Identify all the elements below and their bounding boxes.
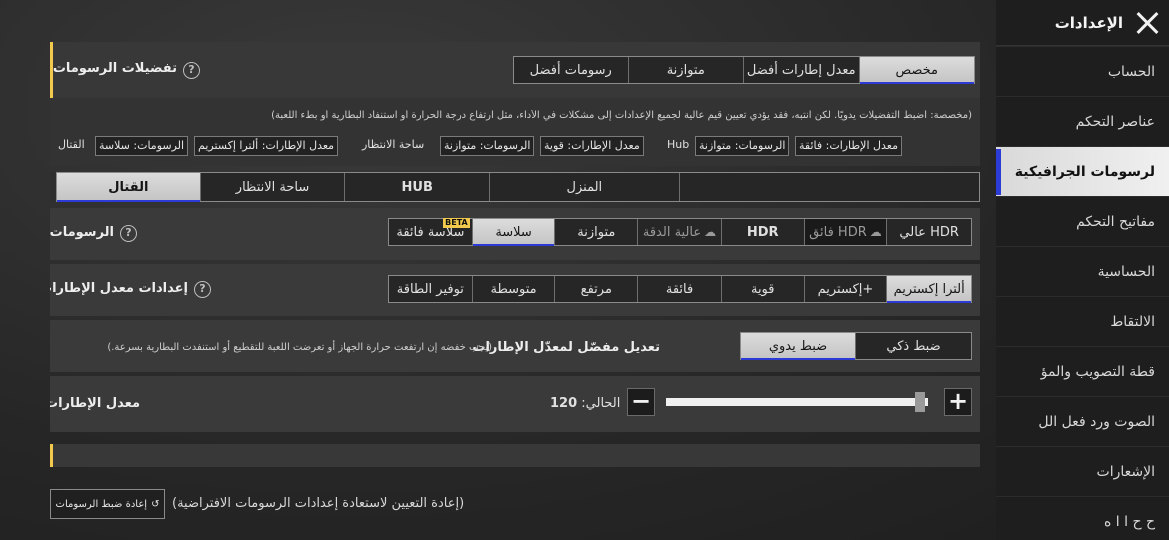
- combat-fps-chip: معدل الإطارات: ألترا إكستريم: [194, 136, 339, 156]
- sidebar-item-controls[interactable]: عناصر التحكم: [996, 96, 1169, 146]
- settings-sidebar: الإعدادات الحساب عناصر التحكم لرسومات ال…: [996, 0, 1169, 540]
- sidebar-item-label: الالتقاط: [1110, 313, 1155, 330]
- graphics-preferences-selector: رسومات أفضل متوازنة معدل إطارات أفضل مخص…: [513, 56, 975, 84]
- sidebar-item-label: مفاتيح التحكم: [1076, 213, 1155, 230]
- cloud-download-icon: ☁: [704, 225, 717, 239]
- help-icon[interactable]: ?: [120, 225, 137, 242]
- sidebar-item-label: الحساب: [1107, 63, 1155, 80]
- fps-option-ultra-extreme[interactable]: ألترا إكستريم: [887, 276, 972, 303]
- sidebar-item-label: الإشعارات: [1096, 463, 1155, 480]
- help-icon[interactable]: ?: [183, 62, 200, 79]
- fps-current-readout: الحالي: 120: [550, 396, 620, 411]
- sidebar-item-notifications[interactable]: الإشعارات: [996, 446, 1169, 496]
- graphics-option-hdr-high[interactable]: عالي HDR: [887, 219, 971, 245]
- graphics-option-extreme-smooth[interactable]: سلاسة فائقة BETA: [389, 218, 473, 245]
- mode-tab-group: القتال ساحة الانتظار HUB المنزل: [56, 172, 980, 202]
- fps-settings-row: ? إعدادات معدل الإطارات توفير الطاقة متو…: [50, 264, 980, 316]
- tab-hub[interactable]: HUB: [345, 173, 491, 201]
- sidebar-item-graphics[interactable]: لرسومات الجرافيكية: [996, 146, 1169, 196]
- preferences-description: (مخصصة: اضبط التفضيلات يدويًا. لكن انتبه…: [271, 110, 972, 121]
- sidebar-item-label: عناصر التحكم: [1075, 113, 1155, 130]
- combat-graphics-chip: الرسومات: سلاسة: [95, 136, 189, 156]
- sidebar-item-label: ح ح ا ا ه: [1104, 513, 1155, 530]
- reset-description: (إعادة التعيين لاستعادة إعدادات الرسومات…: [172, 496, 465, 511]
- adaptive-fps-selector: ضبط يدوي ضبط ذكي: [740, 332, 972, 360]
- sidebar-item-more[interactable]: ح ح ا ا ه: [996, 496, 1169, 540]
- fps-current-label: الحالي:: [581, 396, 621, 411]
- lobby-fps-chip: معدل الإطارات: قوية: [540, 136, 644, 156]
- graphics-preferences-title: تفضيلات الرسومات: [52, 61, 177, 76]
- graphics-settings-panel: ? تفضيلات الرسومات رسومات أفضل متوازنة م…: [50, 42, 980, 467]
- graphics-option-ultra-hdr[interactable]: فائق HDR ☁: [804, 219, 888, 245]
- graphics-quality-label: الرسومات: [50, 225, 114, 240]
- adaptive-fps-row: تعديل مفصّل لمعدّل الإطارات (يجب خفضه إن…: [50, 320, 980, 372]
- fps-settings-label: إعدادات معدل الإطارات: [50, 281, 188, 296]
- sidebar-item-sensitivity[interactable]: الحساسية: [996, 246, 1169, 296]
- graphics-quality-selector: سلاسة فائقة BETA سلاسة متوازنة عالية الدق…: [388, 218, 972, 246]
- reset-graphics-label: إعادة ضبط الرسومات: [55, 498, 148, 510]
- hub-label: Hub: [667, 138, 690, 151]
- fps-option-medium[interactable]: متوسطة: [473, 276, 556, 302]
- sidebar-item-label: لرسومات الجرافيكية: [1014, 163, 1155, 180]
- fps-decrease-button[interactable]: −: [627, 388, 655, 416]
- fps-option-high[interactable]: مرتفع: [555, 276, 639, 302]
- page-title: الإعدادات: [1054, 13, 1123, 32]
- lobby-label: ساحة الانتظار: [362, 138, 425, 151]
- fps-label: معدل الإطارات: [50, 396, 140, 411]
- hub-fps-chip: معدل الإطارات: فائقة: [795, 136, 902, 156]
- sidebar-item-account[interactable]: الحساب: [996, 46, 1169, 96]
- graphics-option-hdr[interactable]: HDR: [722, 219, 805, 245]
- tab-combat[interactable]: القتال: [57, 173, 201, 202]
- tab-lobby[interactable]: ساحة الانتظار: [201, 173, 346, 201]
- graphics-option-smooth[interactable]: سلاسة: [472, 219, 556, 246]
- reset-graphics-button[interactable]: ↺ إعادة ضبط الرسومات: [50, 489, 165, 519]
- fps-option-extreme-plus[interactable]: إكستريم+: [805, 276, 888, 302]
- adaptive-fps-note: (يجب خفضه إن ارتفعت حرارة الجهاز أو تعرض…: [107, 342, 492, 353]
- fps-option-ultra[interactable]: فائقة: [638, 276, 722, 302]
- fps-option-strong[interactable]: قوية: [722, 276, 805, 302]
- fps-current-value: 120: [550, 396, 578, 411]
- mode-tabs: القتال ساحة الانتظار HUB المنزل: [50, 172, 980, 202]
- fps-increase-button[interactable]: +: [944, 388, 972, 416]
- combat-label: القتال: [58, 138, 85, 151]
- sidebar-item-crosshair[interactable]: قطة التصويب والمؤ: [996, 346, 1169, 396]
- pref-option-balanced[interactable]: متوازنة: [629, 57, 744, 83]
- sidebar-item-label: قطة التصويب والمؤ: [1040, 363, 1155, 380]
- pref-option-custom[interactable]: مخصص: [859, 57, 974, 84]
- cloud-download-icon: ☁: [869, 225, 882, 239]
- fps-slider-track[interactable]: [666, 398, 928, 406]
- reset-icon: ↺: [151, 498, 160, 510]
- graphics-preferences-row: ? تفضيلات الرسومات رسومات أفضل متوازنة م…: [50, 42, 980, 98]
- help-icon[interactable]: ?: [194, 281, 211, 298]
- option-label: عالية الدقة: [642, 224, 702, 240]
- next-section-row: [50, 444, 980, 467]
- manual-adjust-option[interactable]: ضبط يدوي: [741, 333, 856, 360]
- smart-adjust-option[interactable]: ضبط ذكي: [856, 333, 971, 359]
- fps-slider-thumb[interactable]: [915, 392, 926, 412]
- beta-badge: BETA: [443, 218, 470, 228]
- fps-settings-selector: توفير الطاقة متوسطة مرتفع فائقة قوية إكس…: [388, 275, 972, 303]
- tab-home[interactable]: المنزل: [490, 173, 680, 201]
- sidebar-item-pickup[interactable]: الالتقاط: [996, 296, 1169, 346]
- pref-option-better-fps[interactable]: معدل إطارات أفضل: [744, 57, 860, 83]
- lobby-graphics-chip: الرسومات: متوازنة: [440, 136, 535, 156]
- fps-slider-fill: [666, 398, 921, 406]
- fps-option-power-saving[interactable]: توفير الطاقة: [389, 276, 473, 302]
- sidebar-item-label: الحساسية: [1097, 263, 1155, 280]
- sidebar-header: الإعدادات: [996, 0, 1169, 46]
- pref-option-better-graphics[interactable]: رسومات أفضل: [514, 57, 629, 83]
- tab-empty: [680, 173, 979, 201]
- close-icon[interactable]: [1135, 11, 1159, 35]
- option-label: فائق HDR: [809, 224, 867, 240]
- graphics-option-hd[interactable]: عالية الدقة ☁: [638, 219, 722, 245]
- graphics-quality-row: ? الرسومات سلاسة فائقة BETA سلاسة متوازنة…: [50, 208, 980, 260]
- sidebar-item-keys[interactable]: مفاتيح التحكم: [996, 196, 1169, 246]
- sidebar-item-audio[interactable]: الصوت ورد فعل الل: [996, 396, 1169, 446]
- graphics-option-balanced[interactable]: متوازنة: [555, 219, 639, 245]
- sidebar-item-label: الصوت ورد فعل الل: [1038, 413, 1155, 430]
- hub-graphics-chip: الرسومات: متوازنة: [695, 136, 790, 156]
